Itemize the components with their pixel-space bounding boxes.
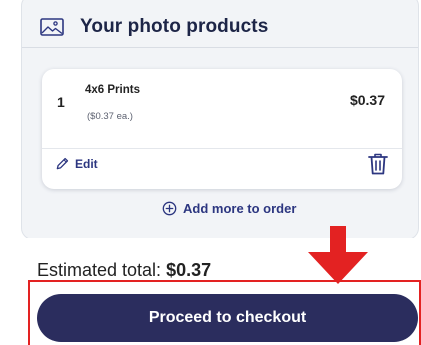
photo-order-page: Your photo products 1 4x6 Prints ($0.37 … xyxy=(0,0,421,345)
photo-frame-icon xyxy=(40,18,64,36)
item-price: $0.37 xyxy=(349,92,385,108)
item-unit-price: ($0.37 ea.) xyxy=(87,111,133,122)
photo-products-card: Your photo products 1 4x6 Prints ($0.37 … xyxy=(21,0,419,240)
pencil-icon xyxy=(56,157,69,170)
products-title: Your photo products xyxy=(80,16,269,37)
item-divider xyxy=(42,148,402,149)
edit-label: Edit xyxy=(75,156,98,171)
item-name: 4x6 Prints xyxy=(85,84,140,96)
order-item-card: 1 4x6 Prints ($0.37 ea.) $0.37 Edit xyxy=(42,69,402,189)
edit-button[interactable]: Edit xyxy=(55,156,98,171)
add-more-button[interactable]: Add more to order xyxy=(162,201,296,216)
add-more-label: Add more to order xyxy=(183,201,297,216)
estimated-total: Estimated total: $0.37 xyxy=(37,260,211,281)
down-arrow-icon xyxy=(308,226,368,284)
checkout-button[interactable]: Proceed to checkout xyxy=(37,294,418,342)
products-header: Your photo products xyxy=(22,0,418,48)
total-value: $0.37 xyxy=(166,260,212,280)
plus-circle-icon xyxy=(162,201,177,216)
trash-icon[interactable] xyxy=(367,152,389,176)
total-label: Estimated total: xyxy=(37,260,162,280)
item-quantity: 1 xyxy=(57,94,65,110)
